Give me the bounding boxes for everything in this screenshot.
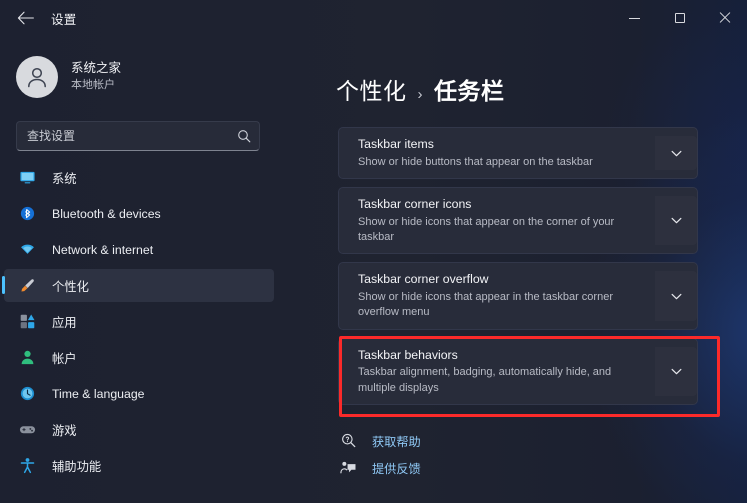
breadcrumb: 个性化 › 任务栏 [336,72,747,106]
card-subtitle: Show or hide icons that appear on the co… [358,215,615,243]
maximize-icon [674,13,685,23]
support-link-0[interactable]: 获取帮助 [338,427,747,454]
chevron-down-icon [671,150,681,156]
feedback-icon [339,462,355,474]
account-type: 本地帐户 [71,78,115,91]
apps-icon [20,314,34,329]
paintbrush-icon [20,279,34,292]
card-text: Taskbar corner icons Show or hide icons t… [358,196,655,245]
sidebar-item-label: Time & language [52,386,145,401]
sidebar-item-label: 应用 [52,315,77,330]
card-text: Taskbar corner overflow Show or hide icon… [358,271,655,320]
help-icon [338,432,358,449]
chevron-down-icon [671,217,681,224]
apps-icon [18,313,36,331]
sidebar-item-6[interactable]: Time & language [4,377,274,410]
breadcrumb-parent[interactable]: 个性化 [336,72,407,106]
sidebar-item-label: 游戏 [52,423,77,438]
back-button[interactable] [8,3,42,33]
window-controls [612,0,747,36]
sidebar-item-5[interactable]: 帐户 [4,341,274,374]
settings-card-list: Taskbar items Show or hide buttons that a… [338,127,698,406]
clock-icon [20,386,34,401]
feedback-icon [338,459,358,476]
breadcrumb-current: 任务栏 [434,78,505,104]
maximize-button[interactable] [657,0,702,36]
card-subtitle: Show or hide buttons that appear on the … [358,155,593,168]
support-link-label: 获取帮助 [372,434,421,449]
sidebar-item-label: 辅助功能 [52,459,102,474]
settings-card-3[interactable]: Taskbar behaviors Taskbar alignment, badg… [338,337,698,406]
sidebar-nav: 系统 Bluetooth & devices Network & internet 个… [0,161,290,482]
monitor-icon [18,169,36,187]
card-expand-button[interactable] [655,271,697,320]
sidebar-item-4[interactable]: 应用 [4,305,274,338]
window-title: 设置 [51,12,77,27]
card-title: Taskbar corner overflow [358,272,489,287]
card-subtitle: Show or hide icons that appear in the ta… [358,290,613,319]
search-box[interactable] [16,121,260,151]
support-links: 获取帮助 提供反馈 [338,427,747,481]
card-title: Taskbar corner icons [358,197,472,211]
account-block[interactable]: 系统之家 本地帐户 [16,50,290,104]
accessibility-icon [18,457,36,475]
card-expand-button[interactable] [655,136,697,170]
card-expand-button[interactable] [655,196,697,245]
title-bar: 设置 [0,0,747,36]
search-icon[interactable] [237,129,251,143]
card-expand-button[interactable] [655,347,697,396]
bluetooth-icon [20,206,34,221]
sidebar-item-label: 帐户 [52,351,77,366]
settings-card-1[interactable]: Taskbar corner icons Show or hide icons t… [338,187,698,255]
paintbrush-icon [18,277,36,295]
minimize-icon [629,17,640,19]
main-content: 个性化 › 任务栏 Taskbar items Show or hide butt… [290,36,747,503]
card-title: Taskbar behaviors [358,347,458,362]
close-icon [719,12,731,24]
account-name: 系统之家 [71,61,122,76]
sidebar-item-2[interactable]: Network & internet [4,233,274,266]
support-link-label: 提供反馈 [372,461,421,476]
avatar [16,56,58,98]
help-icon [341,434,355,448]
sidebar-item-label: Network & internet [52,242,154,257]
sidebar-item-label: Bluetooth & devices [52,206,161,221]
support-link-1[interactable]: 提供反馈 [338,454,747,481]
monitor-icon [19,171,35,184]
sidebar-item-label: 个性化 [52,279,89,294]
sidebar-item-0[interactable]: 系统 [4,161,274,194]
card-title: Taskbar items [358,137,434,151]
wifi-icon [20,244,34,254]
minimize-button[interactable] [612,0,657,36]
account-icon [18,349,36,367]
gamepad-icon [19,426,35,434]
sidebar-item-3[interactable]: 个性化 [2,269,274,302]
close-button[interactable] [702,0,747,36]
wifi-icon [18,241,36,259]
bluetooth-icon [18,205,36,223]
sidebar-item-1[interactable]: Bluetooth & devices [4,197,274,230]
sidebar: 系统之家 本地帐户 系统 Bluetooth & devices Network &… [0,36,290,503]
settings-card-2[interactable]: Taskbar corner overflow Show or hide icon… [338,262,698,330]
accessibility-icon [20,458,34,474]
sidebar-item-label: 系统 [52,171,77,186]
clock-icon [18,385,36,403]
card-text: Taskbar items Show or hide buttons that a… [358,136,655,170]
gamepad-icon [18,421,36,439]
sidebar-item-7[interactable]: 游戏 [4,413,274,446]
settings-card-0[interactable]: Taskbar items Show or hide buttons that a… [338,127,698,179]
chevron-down-icon [671,293,681,299]
search-input[interactable] [27,129,237,143]
card-text: Taskbar behaviors Taskbar alignment, badg… [358,347,655,396]
chevron-down-icon [671,368,681,375]
breadcrumb-separator-icon: › [417,86,423,103]
sidebar-item-8[interactable]: 辅助功能 [4,449,274,482]
card-subtitle: Taskbar alignment, badging, automaticall… [358,366,612,394]
account-icon [21,350,33,365]
